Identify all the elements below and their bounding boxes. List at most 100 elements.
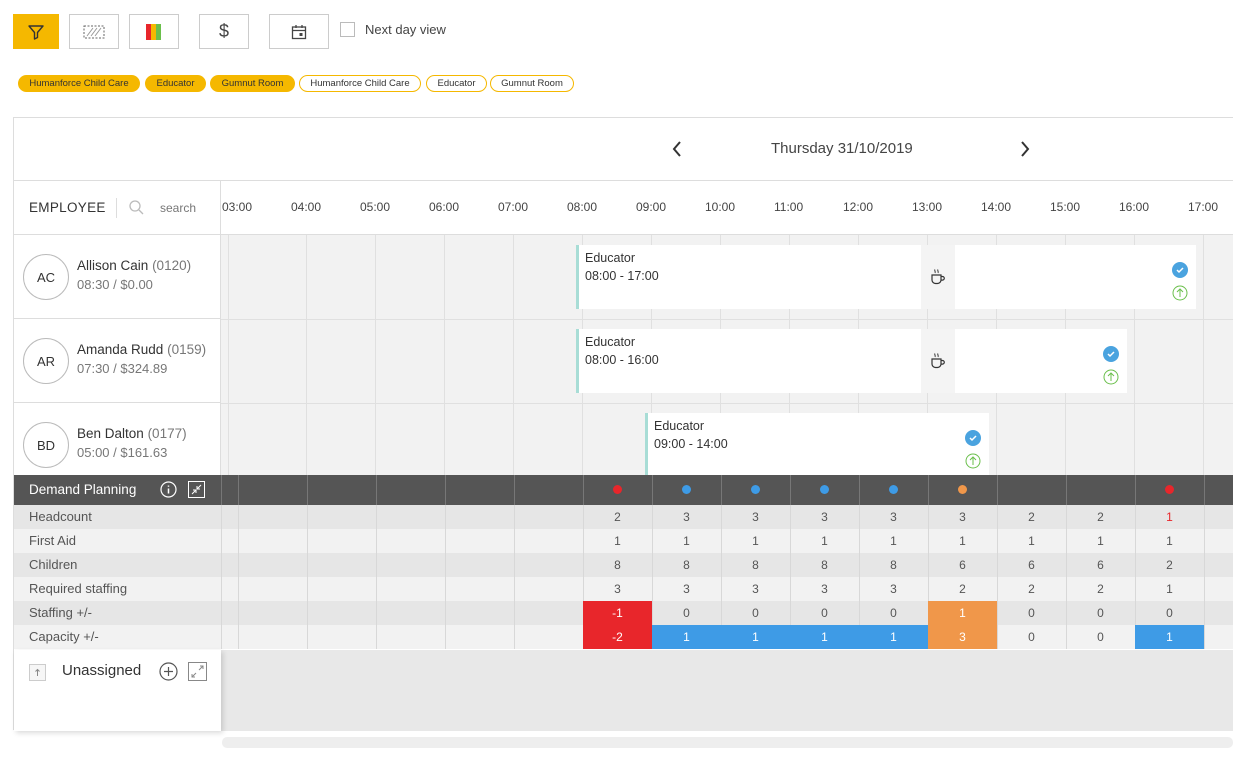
demand-cell: 3 bbox=[752, 582, 759, 596]
grid-line bbox=[228, 235, 229, 475]
demand-cell: 3 bbox=[959, 510, 966, 524]
filter-chip-room-2[interactable]: Gumnut Room bbox=[490, 75, 574, 92]
search-icon[interactable] bbox=[127, 198, 145, 216]
demand-cell: 0 bbox=[890, 606, 897, 620]
cell-divider bbox=[514, 577, 515, 601]
filter-chip-room[interactable]: Gumnut Room bbox=[210, 75, 295, 92]
break-block[interactable] bbox=[921, 245, 955, 309]
employee-name: Amanda Rudd (0159) bbox=[77, 342, 207, 357]
horizontal-scrollbar[interactable] bbox=[222, 737, 1233, 748]
previous-day-icon[interactable] bbox=[670, 140, 684, 158]
demand-cell: 3 bbox=[890, 582, 897, 596]
color-bars-button[interactable] bbox=[129, 14, 179, 49]
demand-status-dot bbox=[889, 485, 898, 494]
collapse-icon[interactable] bbox=[188, 481, 205, 498]
cell-divider bbox=[1204, 505, 1205, 529]
demand-row: Children 8 8 8 8 8 6 6 6 2 bbox=[14, 553, 1233, 577]
shift-time: 09:00 - 14:00 bbox=[654, 437, 728, 451]
demand-row-label: First Aid bbox=[29, 533, 76, 548]
demand-cell: 2 bbox=[959, 582, 966, 596]
employee-row[interactable]: AR Amanda Rudd (0159) 07:30 / $324.89 bbox=[14, 319, 221, 403]
filter-chip-role-2[interactable]: Educator bbox=[426, 75, 487, 92]
shift-block[interactable]: Educator 09:00 - 14:00 bbox=[645, 413, 989, 475]
demand-status-dot bbox=[820, 485, 829, 494]
row-divider bbox=[221, 403, 1233, 404]
demand-cell: 2 bbox=[614, 510, 621, 524]
row-divider bbox=[221, 319, 1233, 320]
coffee-icon bbox=[931, 353, 945, 369]
cell-divider bbox=[445, 625, 446, 649]
hour-label: 03:00 bbox=[222, 200, 253, 214]
filter-chip-org[interactable]: Humanforce Child Care bbox=[18, 75, 140, 92]
cell-divider bbox=[238, 577, 239, 601]
timeline-header: EMPLOYEE search 03:00 04:00 05:00 06:00 … bbox=[14, 181, 1233, 235]
column-divider bbox=[221, 475, 222, 505]
demand-cell: 3 bbox=[614, 582, 621, 596]
info-icon[interactable] bbox=[160, 481, 177, 498]
coffee-icon bbox=[931, 269, 945, 285]
employee-row[interactable]: BD Ben Dalton (0177) 05:00 / $161.63 bbox=[14, 403, 221, 475]
next-day-toggle[interactable]: Next day view bbox=[340, 22, 446, 37]
employee-search-input[interactable]: search bbox=[160, 201, 196, 215]
cell-divider bbox=[221, 529, 222, 553]
demand-cell: 0 bbox=[1166, 606, 1173, 620]
filter-icon bbox=[28, 24, 44, 40]
demand-cell: 0 bbox=[1097, 606, 1104, 620]
column-divider bbox=[1204, 475, 1205, 505]
hour-label: 17:00 bbox=[1188, 200, 1219, 214]
unassigned-toggle[interactable] bbox=[29, 664, 46, 681]
cell-divider bbox=[445, 601, 446, 625]
demand-row: Required staffing 3 3 3 3 3 2 2 2 1 bbox=[14, 577, 1233, 601]
shift-time: 08:00 - 17:00 bbox=[585, 269, 659, 283]
demand-row-label: Required staffing bbox=[29, 581, 128, 596]
demand-cell: 2 bbox=[1028, 582, 1035, 596]
filter-chip-role[interactable]: Educator bbox=[145, 75, 206, 92]
expand-icon[interactable] bbox=[188, 662, 207, 681]
cell-divider bbox=[238, 529, 239, 553]
shift-block-after-break[interactable] bbox=[955, 245, 1196, 309]
date-navigation: Thursday 31/10/2019 bbox=[14, 118, 1233, 181]
shift-block[interactable]: Educator 08:00 - 17:00 bbox=[576, 245, 921, 309]
demand-cell: 6 bbox=[1028, 558, 1035, 572]
demand-status-dot bbox=[1165, 485, 1174, 494]
shift-block-after-break[interactable] bbox=[955, 329, 1127, 393]
next-day-icon[interactable] bbox=[1018, 140, 1032, 158]
column-divider bbox=[307, 475, 308, 505]
calendar-button[interactable] bbox=[269, 14, 329, 49]
filter-button[interactable] bbox=[13, 14, 59, 49]
column-divider bbox=[790, 475, 791, 505]
cell-divider bbox=[221, 553, 222, 577]
demand-cell: 1 bbox=[1166, 510, 1173, 524]
grid-line bbox=[306, 235, 307, 475]
cell-divider bbox=[307, 577, 308, 601]
grid-line bbox=[375, 235, 376, 475]
grid-line bbox=[1203, 235, 1204, 475]
cell-divider bbox=[376, 505, 377, 529]
next-day-checkbox[interactable] bbox=[340, 22, 355, 37]
demand-row: First Aid 1 1 1 1 1 1 1 1 1 bbox=[14, 529, 1233, 553]
demand-cell: 3 bbox=[928, 625, 997, 649]
break-block[interactable] bbox=[921, 329, 955, 393]
demand-cell: 3 bbox=[683, 582, 690, 596]
add-icon[interactable] bbox=[159, 662, 178, 681]
column-divider bbox=[238, 475, 239, 505]
employee-row[interactable]: AC Allison Cain (0120) 08:30 / $0.00 bbox=[14, 235, 221, 319]
cell-divider bbox=[307, 601, 308, 625]
cell-divider bbox=[307, 625, 308, 649]
filter-chip-org-2[interactable]: Humanforce Child Care bbox=[299, 75, 421, 92]
demand-row: Capacity +/- -2 1 1 1 1 3 0 0 1 bbox=[14, 625, 1233, 649]
demand-row-label: Staffing +/- bbox=[29, 605, 92, 620]
demand-cell: 1 bbox=[614, 534, 621, 548]
demand-cell: -2 bbox=[583, 625, 652, 649]
employee-label: EMPLOYEE bbox=[29, 200, 106, 215]
hour-label: 11:00 bbox=[774, 200, 804, 214]
column-divider bbox=[445, 475, 446, 505]
cost-button[interactable]: $ bbox=[199, 14, 249, 49]
current-date: Thursday 31/10/2019 bbox=[771, 140, 913, 157]
demand-planning-header: Demand Planning bbox=[14, 475, 1233, 505]
pattern-button[interactable] bbox=[69, 14, 119, 49]
shift-block[interactable]: Educator 08:00 - 16:00 bbox=[576, 329, 921, 393]
cell-divider bbox=[1204, 601, 1205, 625]
hour-label: 14:00 bbox=[981, 200, 1012, 214]
next-day-label: Next day view bbox=[365, 22, 446, 37]
